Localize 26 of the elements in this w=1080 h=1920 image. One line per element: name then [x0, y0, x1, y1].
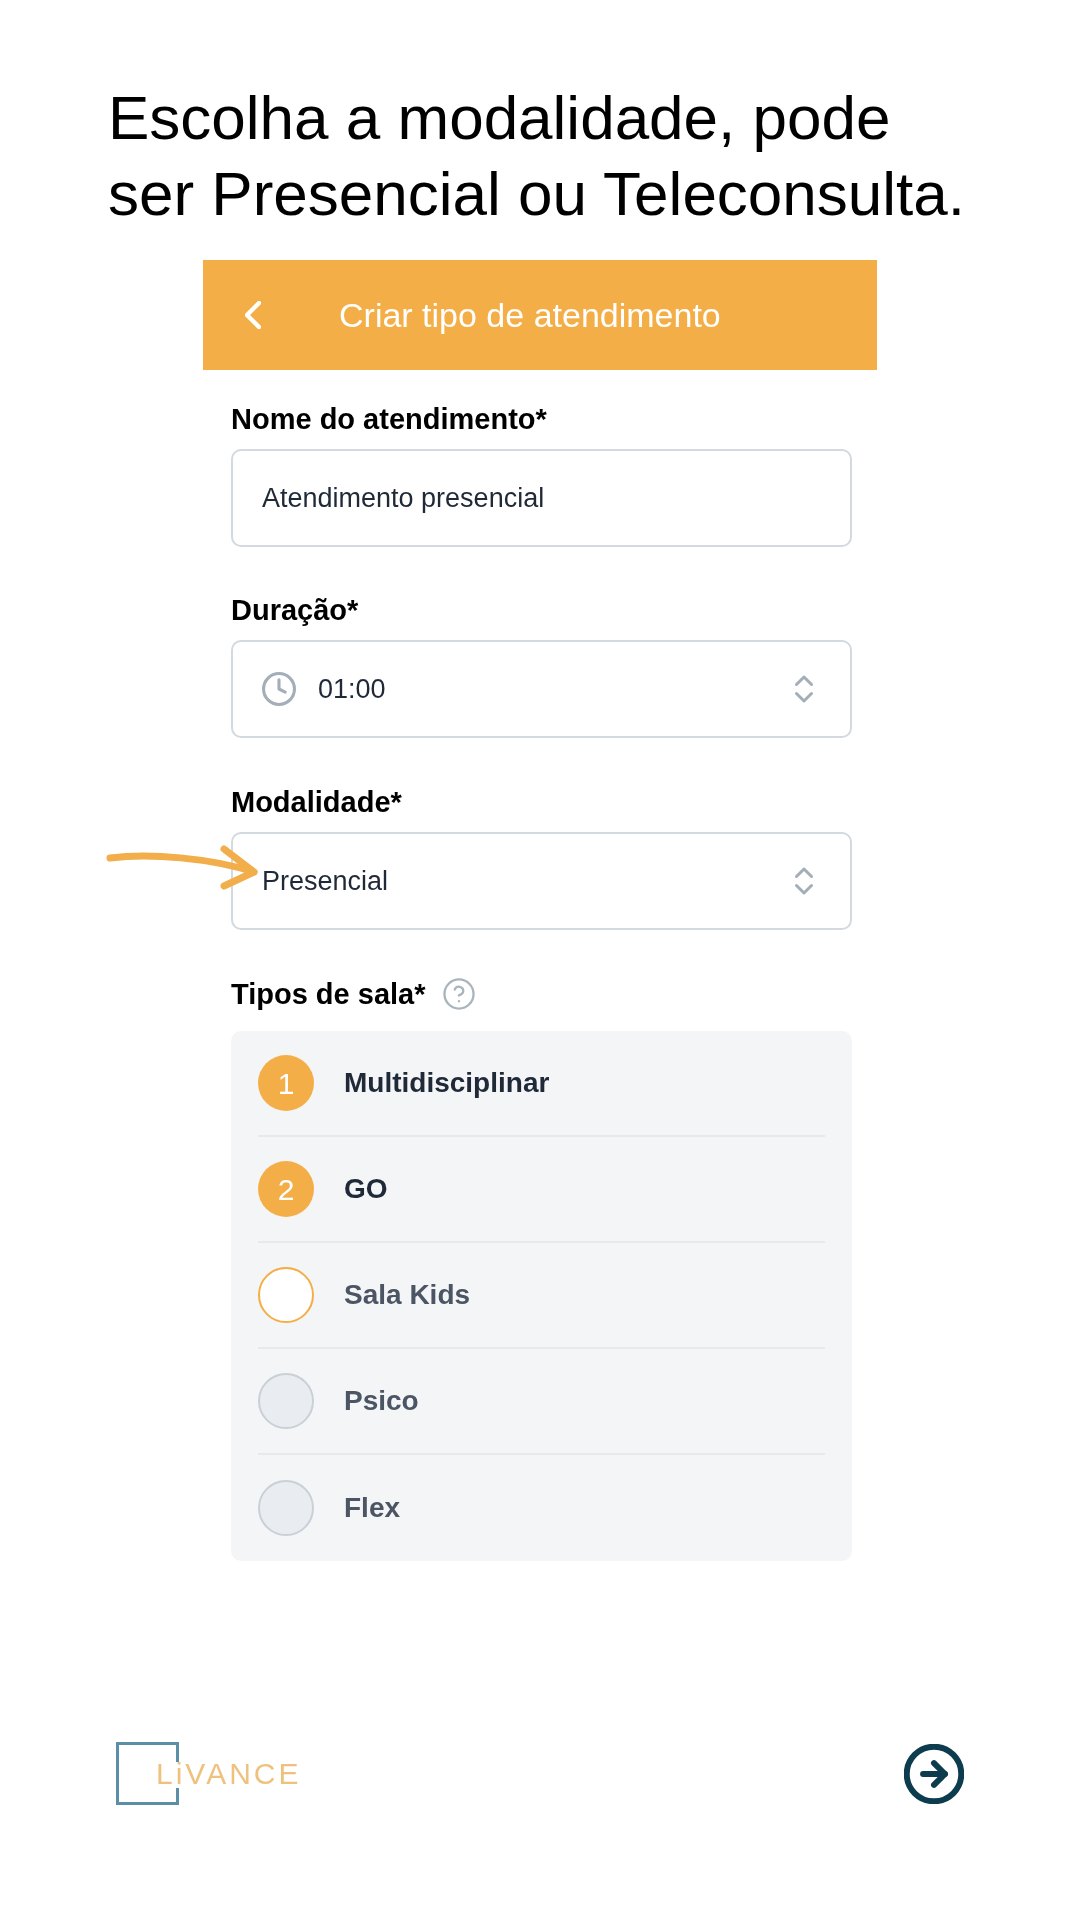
field-label: Modalidade*: [231, 787, 403, 817]
field-label: Tipos de sala*: [231, 979, 426, 1009]
text-input[interactable]: Atendimento presencial: [231, 449, 852, 547]
field-label: Nome do atendimento*: [231, 404, 548, 434]
next-button[interactable]: [904, 1743, 964, 1804]
chevrons-up-down-icon: [795, 675, 813, 703]
instruction-text: Escolha a modalidade, pode ser Presencial ou Teleconsulta.: [108, 82, 965, 230]
selection-indicator[interactable]: [258, 1267, 314, 1323]
selection-indicator[interactable]: [258, 1373, 314, 1429]
room-name: Sala Kids: [344, 1278, 471, 1312]
field-label: Duração*: [231, 595, 360, 625]
arrow-right-icon: [904, 1743, 964, 1804]
room-name: Psico: [344, 1384, 419, 1418]
room-name: GO: [344, 1172, 388, 1206]
clock-icon: [262, 672, 296, 706]
chevrons-up-down-icon: [795, 867, 813, 895]
selection-indicator[interactable]: [258, 1480, 314, 1536]
logo: LiVANCE: [116, 1742, 304, 1805]
help-icon[interactable]: [442, 978, 475, 1010]
room-name: Multidisciplinar: [344, 1066, 550, 1100]
modality-select[interactable]: Presencial: [231, 832, 852, 930]
header-title: Criar tipo de atendimento: [339, 294, 721, 336]
room-name: Flex: [344, 1491, 401, 1525]
chevron-left-icon: [245, 301, 261, 329]
duration-select[interactable]: 01:00: [231, 640, 852, 738]
back-button[interactable]: [245, 301, 261, 329]
